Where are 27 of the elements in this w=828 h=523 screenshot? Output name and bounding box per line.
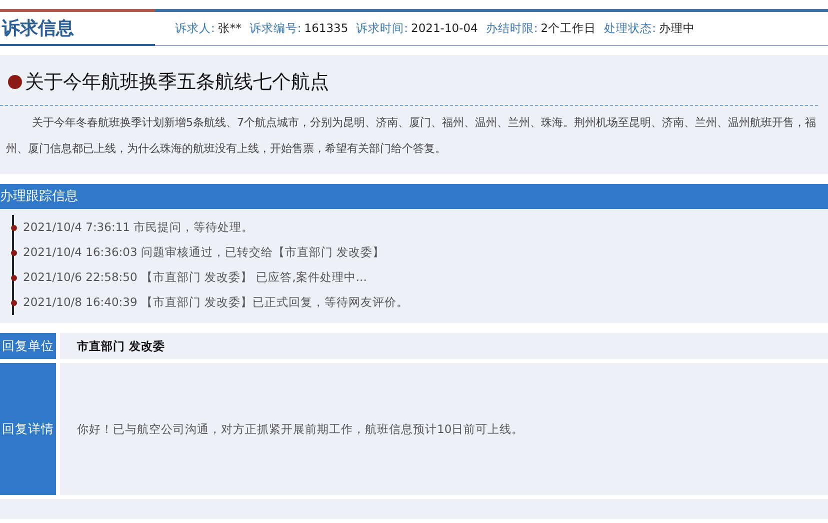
field-value: 办理中 xyxy=(658,21,695,35)
question-title: 关于今年航班换季五条航线七个航点 xyxy=(25,70,329,95)
field-value: 2个工作日 xyxy=(540,21,596,35)
bullet-icon xyxy=(8,75,22,89)
timeline-dot xyxy=(11,300,17,306)
timeline-entry: 2021/10/6 22:58:50 【市直部门 发改委】 已应答,案件处理中... xyxy=(23,270,367,285)
question-body: 关于今年冬春航班换季计划新增5条航线、7个航点城市，分别为昆明、济南、厦门、福州、温州、兰州、珠海。荆州机场至昆明、济南、兰州、温州航班开售，福州、厦门信息都已上线，为什么珠海的航班没有上线，开始售票，希望有关部门给个答复。 xyxy=(5,115,817,157)
field-label: 处理状态: xyxy=(604,21,656,35)
row-label: 回复详情 xyxy=(0,363,56,495)
timeline-dot xyxy=(11,250,17,256)
timeline-dot xyxy=(11,224,17,230)
timeline-entry: 2021/10/4 16:36:03 问题审核通过，已转交给【市直部门 发改委】 xyxy=(23,245,385,260)
field-value: 2021-10-04 xyxy=(411,21,478,35)
timeline-entry: 2021/10/4 7:36:11 市民提问，等待处理。 xyxy=(23,220,254,235)
row-label: 回复单位 xyxy=(0,333,56,359)
timeline-entry: 2021/10/8 16:40:39 【市直部门 发改委】已正式回复，等待网友评价。 xyxy=(23,295,409,310)
timeline-dot xyxy=(11,274,17,280)
field-value: 161335 xyxy=(304,21,348,35)
field-label: 诉求编号: xyxy=(249,21,302,35)
reply-detail: 你好！已与航空公司沟通，对方正抓紧开展前期工作，航班信息预计10日前可上线。 xyxy=(60,363,828,495)
field-label: 办结时限: xyxy=(486,21,538,35)
field-label: 诉求人: xyxy=(175,21,215,35)
reply-unit: 市直部门 发改委 xyxy=(60,333,828,359)
section-header: 办理跟踪信息 xyxy=(0,184,828,209)
field-value: 张** xyxy=(218,21,242,35)
page-title: 诉求信息 xyxy=(0,12,155,46)
field-label: 诉求时间: xyxy=(356,21,408,35)
